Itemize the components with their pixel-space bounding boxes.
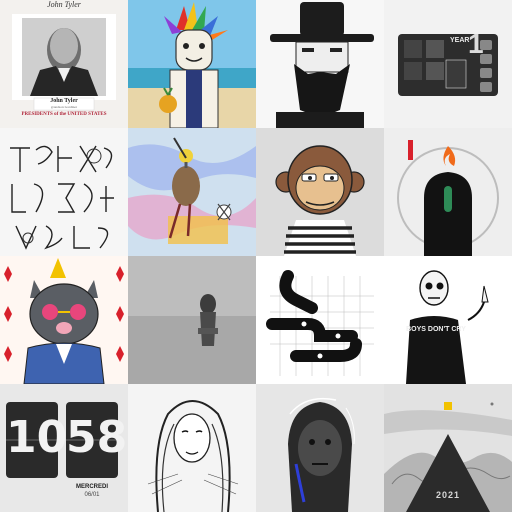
year-calendar-image [384, 0, 512, 128]
landscape-2021-image [384, 384, 512, 512]
nft-gallery-grid: John Tyler John Tyler grandson Gardiner … [0, 0, 512, 512]
tile-silhouette-flame[interactable] [384, 128, 512, 256]
tile-2021-landscape[interactable]: 2021 [384, 384, 512, 512]
tile-hat-beard-man[interactable] [256, 0, 384, 128]
dark-face-image [256, 384, 384, 512]
tile-party-cat[interactable] [0, 256, 128, 384]
tile-beach-character[interactable] [128, 0, 256, 128]
party-cat-image [0, 256, 128, 384]
hat-beard-man-image [256, 0, 384, 128]
tile-geometric-maze[interactable] [256, 256, 384, 384]
sketch-typography-image [0, 128, 128, 256]
skeleton-jacket-image [384, 256, 512, 384]
tile-heron-graffiti[interactable] [128, 128, 256, 256]
tile-year-calendar[interactable]: YEAR 1 [384, 0, 512, 128]
tile-flip-clock[interactable]: 10 58 MERCREDI 06/01 [0, 384, 128, 512]
john-tyler-portrait-image [0, 0, 128, 128]
tile-dark-face[interactable] [256, 384, 384, 512]
bored-ape-image [256, 128, 384, 256]
tile-skeleton-boys-dont-cry[interactable]: BOYS DON'T CRY [384, 256, 512, 384]
heron-graffiti-image [128, 128, 256, 256]
silhouette-flame-image [384, 128, 512, 256]
tile-sketch-woman[interactable] [128, 384, 256, 512]
foggy-figure-image [128, 256, 256, 384]
tile-bored-ape[interactable] [256, 128, 384, 256]
geometric-maze-image [256, 256, 384, 384]
tile-foggy-figure[interactable] [128, 256, 256, 384]
flip-clock-image [0, 384, 128, 512]
sketch-woman-image [128, 384, 256, 512]
tile-john-tyler-portrait[interactable]: John Tyler John Tyler grandson Gardiner … [0, 0, 128, 128]
tile-sketch-typography[interactable] [0, 128, 128, 256]
beach-character-image [128, 0, 256, 128]
